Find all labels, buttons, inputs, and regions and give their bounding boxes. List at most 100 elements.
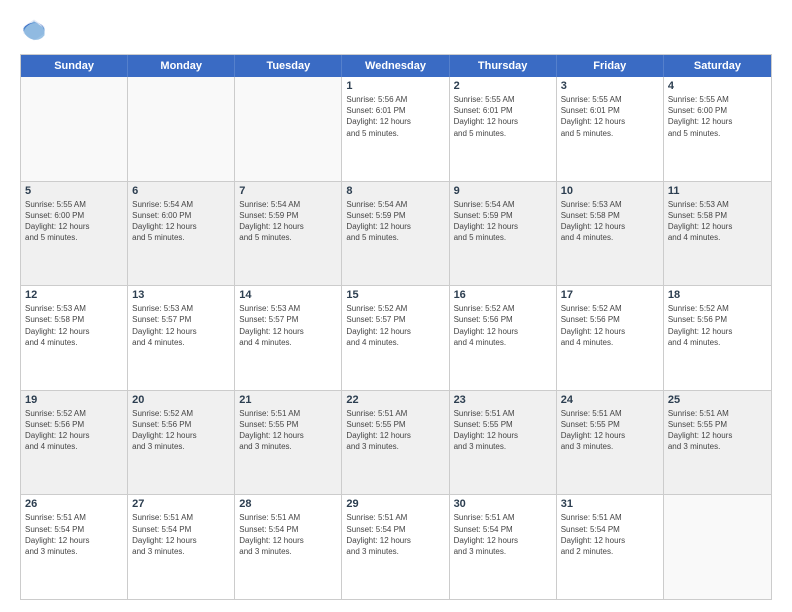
calendar-cell-1-2: 7 Sunrise: 5:54 AM Sunset: 5:59 PM Daylig… — [235, 182, 342, 286]
calendar-cell-0-5: 3Sunrise: 5:55 AM Sunset: 6:01 PM Daylig… — [557, 77, 664, 181]
calendar-cell-4-0: 26Sunrise: 5:51 AM Sunset: 5:54 PM Dayli… — [21, 495, 128, 599]
calendar-cell-2-4: 16 Sunrise: 5:52 AM Sunset: 5:56 PM Dayli… — [450, 286, 557, 390]
day-number: 25 — [668, 394, 767, 406]
calendar-cell-3-1: 20 Sunrise: 5:52 AM Sunset: 5:56 PM Dayli… — [128, 391, 235, 495]
day-number: 15 — [346, 289, 444, 301]
calendar-cell-4-5: 31 Sunrise: 5:51 AM Sunset: 5:54 PM Dayli… — [557, 495, 664, 599]
calendar-cell-3-0: 19 Sunrise: 5:52 AM Sunset: 5:56 PM Dayli… — [21, 391, 128, 495]
day-number: 1 — [346, 80, 444, 92]
cell-info: Sunrise: 5:52 AM Sunset: 5:56 PM Dayligh… — [454, 303, 552, 348]
cell-info: Sunrise: 5:54 AM Sunset: 5:59 PM Dayligh… — [346, 199, 444, 244]
header-cell-monday: Monday — [128, 55, 235, 77]
cell-info: Sunrise: 5:53 AM Sunset: 5:57 PM Dayligh… — [239, 303, 337, 348]
day-number: 24 — [561, 394, 659, 406]
cell-info: Sunrise: 5:54 AM Sunset: 5:59 PM Dayligh… — [239, 199, 337, 244]
day-number: 13 — [132, 289, 230, 301]
header-cell-wednesday: Wednesday — [342, 55, 449, 77]
cell-info: Sunrise: 5:56 AM Sunset: 6:01 PM Dayligh… — [346, 94, 444, 139]
cell-info: Sunrise: 5:51 AM Sunset: 5:54 PM Dayligh… — [346, 512, 444, 557]
calendar: SundayMondayTuesdayWednesdayThursdayFrid… — [20, 54, 772, 600]
header-cell-sunday: Sunday — [21, 55, 128, 77]
cell-info: Sunrise: 5:51 AM Sunset: 5:55 PM Dayligh… — [239, 408, 337, 453]
day-number: 19 — [25, 394, 123, 406]
logo — [20, 16, 52, 44]
header — [20, 16, 772, 44]
calendar-cell-3-2: 21 Sunrise: 5:51 AM Sunset: 5:55 PM Dayli… — [235, 391, 342, 495]
cell-info: Sunrise: 5:51 AM Sunset: 5:54 PM Dayligh… — [239, 512, 337, 557]
calendar-body: 1 Sunrise: 5:56 AM Sunset: 6:01 PM Daylig… — [21, 77, 771, 599]
day-number: 20 — [132, 394, 230, 406]
calendar-cell-2-6: 18Sunrise: 5:52 AM Sunset: 5:56 PM Dayli… — [664, 286, 771, 390]
day-number: 11 — [668, 185, 767, 197]
calendar-cell-0-0 — [21, 77, 128, 181]
calendar-row-1: 5 Sunrise: 5:55 AM Sunset: 6:00 PM Daylig… — [21, 182, 771, 287]
day-number: 28 — [239, 498, 337, 510]
day-number: 31 — [561, 498, 659, 510]
calendar-cell-1-6: 11 Sunrise: 5:53 AM Sunset: 5:58 PM Dayli… — [664, 182, 771, 286]
cell-info: Sunrise: 5:53 AM Sunset: 5:58 PM Dayligh… — [668, 199, 767, 244]
calendar-cell-2-0: 12Sunrise: 5:53 AM Sunset: 5:58 PM Dayli… — [21, 286, 128, 390]
calendar-cell-0-4: 2 Sunrise: 5:55 AM Sunset: 6:01 PM Daylig… — [450, 77, 557, 181]
day-number: 27 — [132, 498, 230, 510]
calendar-cell-2-3: 15 Sunrise: 5:52 AM Sunset: 5:57 PM Dayli… — [342, 286, 449, 390]
day-number: 4 — [668, 80, 767, 92]
day-number: 17 — [561, 289, 659, 301]
day-number: 14 — [239, 289, 337, 301]
day-number: 12 — [25, 289, 123, 301]
calendar-cell-3-5: 24 Sunrise: 5:51 AM Sunset: 5:55 PM Dayli… — [557, 391, 664, 495]
day-number: 6 — [132, 185, 230, 197]
day-number: 18 — [668, 289, 767, 301]
calendar-cell-1-3: 8 Sunrise: 5:54 AM Sunset: 5:59 PM Daylig… — [342, 182, 449, 286]
cell-info: Sunrise: 5:51 AM Sunset: 5:55 PM Dayligh… — [561, 408, 659, 453]
cell-info: Sunrise: 5:51 AM Sunset: 5:55 PM Dayligh… — [668, 408, 767, 453]
cell-info: Sunrise: 5:51 AM Sunset: 5:55 PM Dayligh… — [346, 408, 444, 453]
calendar-cell-2-5: 17 Sunrise: 5:52 AM Sunset: 5:56 PM Dayli… — [557, 286, 664, 390]
header-cell-saturday: Saturday — [664, 55, 771, 77]
cell-info: Sunrise: 5:51 AM Sunset: 5:54 PM Dayligh… — [561, 512, 659, 557]
day-number: 7 — [239, 185, 337, 197]
calendar-cell-4-1: 27 Sunrise: 5:51 AM Sunset: 5:54 PM Dayli… — [128, 495, 235, 599]
calendar-cell-1-4: 9Sunrise: 5:54 AM Sunset: 5:59 PM Daylig… — [450, 182, 557, 286]
cell-info: Sunrise: 5:52 AM Sunset: 5:56 PM Dayligh… — [132, 408, 230, 453]
page: SundayMondayTuesdayWednesdayThursdayFrid… — [0, 0, 792, 612]
day-number: 5 — [25, 185, 123, 197]
calendar-row-4: 26Sunrise: 5:51 AM Sunset: 5:54 PM Dayli… — [21, 495, 771, 599]
calendar-cell-1-1: 6 Sunrise: 5:54 AM Sunset: 6:00 PM Daylig… — [128, 182, 235, 286]
calendar-cell-0-1 — [128, 77, 235, 181]
day-number: 21 — [239, 394, 337, 406]
calendar-cell-4-4: 30Sunrise: 5:51 AM Sunset: 5:54 PM Dayli… — [450, 495, 557, 599]
cell-info: Sunrise: 5:54 AM Sunset: 6:00 PM Dayligh… — [132, 199, 230, 244]
day-number: 8 — [346, 185, 444, 197]
cell-info: Sunrise: 5:53 AM Sunset: 5:57 PM Dayligh… — [132, 303, 230, 348]
cell-info: Sunrise: 5:52 AM Sunset: 5:57 PM Dayligh… — [346, 303, 444, 348]
day-number: 10 — [561, 185, 659, 197]
calendar-cell-4-2: 28 Sunrise: 5:51 AM Sunset: 5:54 PM Dayli… — [235, 495, 342, 599]
header-cell-tuesday: Tuesday — [235, 55, 342, 77]
day-number: 23 — [454, 394, 552, 406]
day-number: 3 — [561, 80, 659, 92]
cell-info: Sunrise: 5:52 AM Sunset: 5:56 PM Dayligh… — [25, 408, 123, 453]
cell-info: Sunrise: 5:53 AM Sunset: 5:58 PM Dayligh… — [561, 199, 659, 244]
day-number: 2 — [454, 80, 552, 92]
cell-info: Sunrise: 5:52 AM Sunset: 5:56 PM Dayligh… — [561, 303, 659, 348]
cell-info: Sunrise: 5:55 AM Sunset: 6:00 PM Dayligh… — [668, 94, 767, 139]
cell-info: Sunrise: 5:51 AM Sunset: 5:54 PM Dayligh… — [132, 512, 230, 557]
calendar-row-3: 19 Sunrise: 5:52 AM Sunset: 5:56 PM Dayli… — [21, 391, 771, 496]
day-number: 16 — [454, 289, 552, 301]
calendar-cell-2-1: 13 Sunrise: 5:53 AM Sunset: 5:57 PM Dayli… — [128, 286, 235, 390]
cell-info: Sunrise: 5:55 AM Sunset: 6:01 PM Dayligh… — [454, 94, 552, 139]
header-cell-thursday: Thursday — [450, 55, 557, 77]
calendar-cell-4-3: 29Sunrise: 5:51 AM Sunset: 5:54 PM Dayli… — [342, 495, 449, 599]
calendar-header: SundayMondayTuesdayWednesdayThursdayFrid… — [21, 55, 771, 77]
calendar-cell-4-6 — [664, 495, 771, 599]
calendar-cell-1-5: 10 Sunrise: 5:53 AM Sunset: 5:58 PM Dayli… — [557, 182, 664, 286]
calendar-cell-2-2: 14 Sunrise: 5:53 AM Sunset: 5:57 PM Dayli… — [235, 286, 342, 390]
day-number: 22 — [346, 394, 444, 406]
cell-info: Sunrise: 5:51 AM Sunset: 5:54 PM Dayligh… — [454, 512, 552, 557]
calendar-cell-3-6: 25 Sunrise: 5:51 AM Sunset: 5:55 PM Dayli… — [664, 391, 771, 495]
cell-info: Sunrise: 5:51 AM Sunset: 5:54 PM Dayligh… — [25, 512, 123, 557]
logo-icon — [20, 16, 48, 44]
cell-info: Sunrise: 5:55 AM Sunset: 6:00 PM Dayligh… — [25, 199, 123, 244]
header-cell-friday: Friday — [557, 55, 664, 77]
day-number: 9 — [454, 185, 552, 197]
